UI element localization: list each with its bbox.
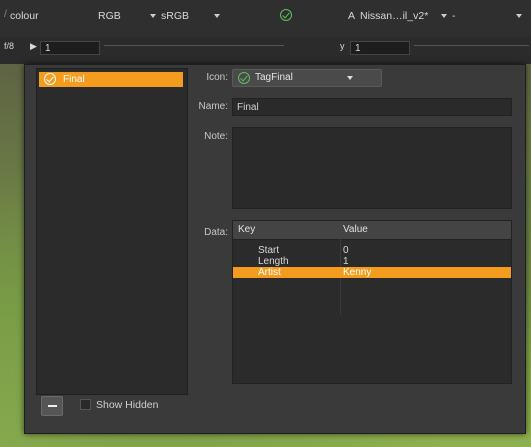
compare-dropdown[interactable]: - bbox=[452, 10, 456, 22]
show-hidden-label: Show Hidden bbox=[96, 399, 159, 411]
column-header-value[interactable]: Value bbox=[343, 224, 368, 235]
tag-list-item-final[interactable]: Final bbox=[39, 72, 183, 87]
chevron-down-icon bbox=[214, 14, 220, 18]
show-hidden-checkbox[interactable] bbox=[80, 399, 91, 410]
check-circle-icon bbox=[238, 72, 250, 84]
input-a-dropdown[interactable]: Nissan…il_v2* bbox=[360, 10, 428, 22]
note-textarea[interactable] bbox=[232, 127, 512, 209]
check-circle-icon bbox=[44, 73, 56, 85]
fstop-field[interactable]: 1 bbox=[40, 41, 100, 55]
data-table[interactable]: Key Value Start 0 Length 1 Artist Kenny bbox=[232, 220, 512, 384]
remove-tag-button[interactable] bbox=[41, 396, 63, 416]
table-header: Key Value bbox=[233, 221, 511, 240]
tag-editor-dialog: Final Icon: TagFinal Name: Final Note: D… bbox=[24, 64, 526, 434]
row-key: Artist bbox=[258, 267, 281, 278]
fstop-slider[interactable] bbox=[104, 45, 284, 52]
row-value: Kenny bbox=[343, 267, 372, 278]
colour-label: colour bbox=[10, 10, 39, 22]
icon-dropdown[interactable]: TagFinal bbox=[232, 69, 382, 87]
toolbar-grip: / bbox=[4, 8, 7, 20]
y-slider[interactable] bbox=[414, 45, 529, 52]
tag-list[interactable]: Final bbox=[36, 68, 188, 395]
table-row-selected[interactable]: Artist Kenny bbox=[233, 267, 511, 278]
note-label: Note: bbox=[204, 131, 228, 142]
row-key: Start bbox=[258, 245, 280, 256]
colorspace-dropdown[interactable]: RGB bbox=[98, 10, 121, 22]
data-label: Data: bbox=[204, 227, 228, 238]
icon-label: Icon: bbox=[206, 72, 228, 83]
icon-dropdown-value: TagFinal bbox=[255, 72, 293, 83]
name-label: Name: bbox=[198, 101, 228, 112]
viewer-toolbar: / colour RGB sRGB A Nissan…il_v2* - bbox=[0, 0, 531, 38]
column-header-key[interactable]: Key bbox=[238, 224, 255, 235]
check-circle-icon[interactable] bbox=[280, 9, 292, 21]
fstop-label: f/8 bbox=[4, 41, 15, 51]
chevron-down-icon bbox=[516, 14, 522, 18]
chevron-down-icon bbox=[347, 76, 353, 80]
display-dropdown[interactable]: sRGB bbox=[161, 10, 189, 22]
row-value: 0 bbox=[343, 245, 349, 256]
tag-label: Final bbox=[63, 74, 85, 85]
name-field[interactable]: Final bbox=[232, 98, 512, 116]
table-row[interactable]: Length 1 bbox=[233, 256, 511, 267]
row-value: 1 bbox=[343, 256, 349, 267]
chevron-down-icon bbox=[150, 14, 156, 18]
input-a-label: A bbox=[348, 10, 356, 22]
table-row[interactable]: Start 0 bbox=[233, 245, 511, 256]
exposure-slider-row: f/8 ▶ 1 y 1 bbox=[0, 37, 531, 64]
y-field[interactable]: 1 bbox=[350, 41, 410, 55]
row-key: Length bbox=[258, 256, 289, 267]
minus-icon bbox=[48, 405, 57, 407]
y-label: y bbox=[340, 41, 345, 51]
play-icon[interactable]: ▶ bbox=[30, 41, 37, 52]
chevron-down-icon bbox=[441, 14, 447, 18]
